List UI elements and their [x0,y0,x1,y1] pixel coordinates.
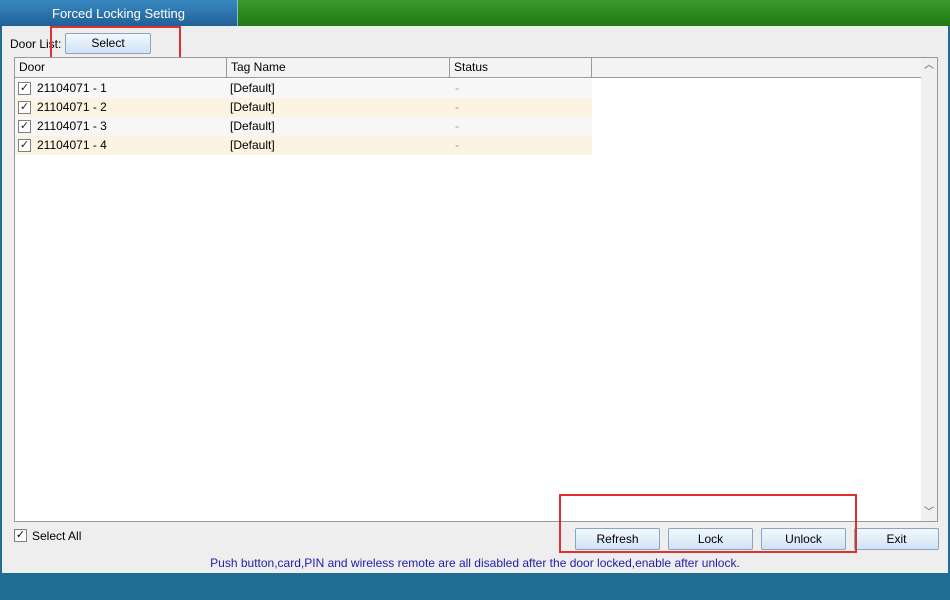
table-row[interactable]: ✓ 21104071 - 2 [Default] - [15,98,592,117]
status-cell: - [455,81,459,95]
table-header: Door Tag Name Status [15,58,921,78]
notice-text: Push button,card,PIN and wireless remote… [210,556,740,570]
actions-highlight-box [559,494,857,553]
column-header-tag-name[interactable]: Tag Name [227,58,450,77]
vertical-scrollbar[interactable]: ︿ ﹀ [921,58,937,521]
tag-name-cell: [Default] [230,81,275,95]
title-bar: Forced Locking Setting [0,0,950,27]
scroll-up-arrow-icon[interactable]: ︿ [921,58,937,74]
row-checkbox[interactable]: ✓ [18,101,31,114]
door-cell: 21104071 - 3 [37,119,107,133]
row-checkbox[interactable]: ✓ [18,139,31,152]
checkbox-check-icon[interactable]: ✓ [14,529,27,542]
table-body: ✓ 21104071 - 1 [Default] - ✓ 21104071 - … [15,79,592,155]
table-row[interactable]: ✓ 21104071 - 1 [Default] - [15,79,592,98]
tag-name-cell: [Default] [230,119,275,133]
bottom-band [0,573,950,600]
door-cell: 21104071 - 1 [37,81,107,95]
row-checkbox[interactable]: ✓ [18,82,31,95]
table-row[interactable]: ✓ 21104071 - 3 [Default] - [15,117,592,136]
status-cell: - [455,119,459,133]
status-cell: - [455,138,459,152]
dialog-panel: Door List: Select Door Tag Name Status ✓… [2,26,948,573]
select-all-label: Select All [32,529,82,543]
window-title: Forced Locking Setting [0,0,238,27]
scroll-down-arrow-icon[interactable]: ﹀ [921,505,937,521]
tag-name-cell: [Default] [230,138,275,152]
column-header-door[interactable]: Door [15,58,227,77]
door-cell: 21104071 - 4 [37,138,107,152]
row-checkbox[interactable]: ✓ [18,120,31,133]
column-header-status[interactable]: Status [450,58,592,77]
door-cell: 21104071 - 2 [37,100,107,114]
table-row[interactable]: ✓ 21104071 - 4 [Default] - [15,136,592,155]
status-cell: - [455,100,459,114]
door-table: Door Tag Name Status ✓ 21104071 - 1 [Def… [14,57,938,522]
tag-name-cell: [Default] [230,100,275,114]
exit-button[interactable]: Exit [854,528,939,550]
